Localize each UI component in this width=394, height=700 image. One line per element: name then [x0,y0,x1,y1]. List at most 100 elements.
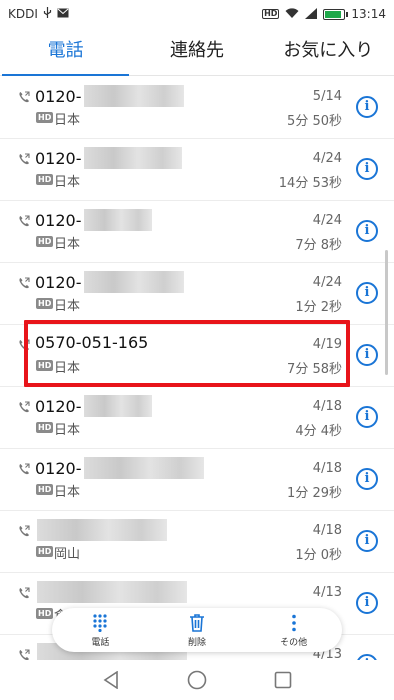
call-duration: 5分 50秒 [287,114,342,129]
redacted-number [83,457,204,479]
phone-number: 0120- [35,271,184,293]
redacted-number [83,395,152,417]
call-log-row[interactable]: 0570-051-165 HD 日本 4/19 7分 58秒 i [0,325,394,387]
call-duration: 1分 0秒 [295,548,342,563]
phone-number: 0120- [35,147,182,169]
call-log-row[interactable]: 0120- HD 日本 4/24 14分 53秒 i [0,139,394,201]
tab-contacts[interactable]: 連絡先 [131,28,262,75]
call-duration: 7分 8秒 [295,238,342,253]
call-info-button[interactable]: i [356,158,378,180]
hd-badge: HD [36,546,54,557]
call-duration: 1分 2秒 [295,300,342,315]
phone-number: 0120- [35,85,184,107]
phone-number: 0120- [35,395,152,417]
outgoing-call-icon [18,150,30,165]
clock: 13:14 [351,7,386,21]
dialpad-label: 電話 [91,638,110,648]
call-location: 日本 [54,237,81,252]
call-info-button[interactable]: i [356,530,378,552]
more-button[interactable]: その他 [245,608,342,652]
call-date: 4/24 [312,151,342,166]
dialpad-button[interactable]: 電話 [52,608,149,652]
call-location: 日本 [54,299,81,314]
call-info-button[interactable]: i [356,468,378,490]
more-label: その他 [280,638,308,648]
hd-badge: HD [36,422,54,433]
action-bar: 電話 削除 その他 [52,608,342,652]
outgoing-call-icon [18,584,30,599]
call-log-row[interactable]: 0120- HD 日本 4/24 7分 8秒 i [0,201,394,263]
usb-icon [43,7,52,21]
battery-icon [323,8,349,20]
call-log-list[interactable]: 0120- HD 日本 5/14 5分 50秒 i 0120- HD 日本 4/… [0,77,394,660]
redacted-number [37,581,187,603]
call-location: 日本 [54,113,81,128]
phone-number: 0120- [35,457,204,479]
phone-number [35,519,167,541]
status-bar: KDDI HD 13:14 [0,0,394,28]
call-location: 日本 [54,361,81,376]
home-circle-icon [187,670,207,690]
redacted-number [83,271,184,293]
outgoing-call-icon [18,212,30,227]
more-vertical-icon [245,614,342,632]
call-info-button[interactable]: i [356,592,378,614]
call-log-row[interactable]: 0120- HD 日本 4/18 1分 29秒 i [0,449,394,511]
phone-number [35,581,187,603]
call-date: 4/19 [312,337,342,352]
call-date: 4/18 [312,461,342,476]
redacted-number [83,209,152,231]
call-duration: 14分 53秒 [278,176,342,191]
system-nav-bar [0,660,394,700]
wifi-icon [285,7,299,21]
call-info-button[interactable]: i [356,96,378,118]
delete-button[interactable]: 削除 [149,608,246,652]
call-info-button[interactable]: i [356,344,378,366]
outgoing-call-icon [18,274,30,289]
call-info-button[interactable]: i [356,220,378,242]
call-location: 岡山 [54,547,81,562]
outgoing-call-icon [18,522,30,537]
call-date: 4/24 [312,213,342,228]
recents-square-icon [274,671,292,689]
hd-voice-icon: HD [262,9,280,19]
hd-badge: HD [36,236,54,247]
scrollbar[interactable] [385,250,388,375]
hd-badge: HD [36,608,54,619]
call-log-row[interactable]: 0120- HD 日本 5/14 5分 50秒 i [0,77,394,139]
call-date: 4/18 [312,523,342,538]
carrier-label: KDDI [8,7,38,21]
outgoing-call-icon [18,336,30,351]
redacted-number [83,147,182,169]
outgoing-call-icon [18,646,30,660]
trash-icon [149,614,246,632]
phone-number: 0570-051-165 [35,333,149,352]
back-button[interactable] [100,669,122,691]
signal-icon [305,7,318,21]
call-log-row[interactable]: 0120- HD 日本 4/18 4分 4秒 i [0,387,394,449]
call-location: 日本 [54,423,81,438]
redacted-number [83,85,184,107]
call-info-button[interactable]: i [356,282,378,304]
hd-badge: HD [36,484,54,495]
call-info-button[interactable]: i [356,406,378,428]
tab-favorites[interactable]: お気に入り [263,28,394,75]
home-button[interactable] [186,669,208,691]
hd-badge: HD [36,360,54,371]
phone-number: 0120- [35,209,152,231]
outgoing-call-icon [18,88,30,103]
call-log-row[interactable]: 0120- HD 日本 4/24 1分 2秒 i [0,263,394,325]
back-triangle-icon [103,671,118,689]
call-date: 4/13 [312,585,342,600]
hd-badge: HD [36,174,54,185]
outgoing-call-icon [18,398,30,413]
mail-icon [57,8,69,20]
call-date: 4/24 [312,275,342,290]
recents-button[interactable] [272,669,294,691]
outgoing-call-icon [18,460,30,475]
call-date: 4/18 [312,399,342,414]
tab-bar: 電話 連絡先 お気に入り [0,28,394,76]
tab-phone[interactable]: 電話 [0,28,131,76]
call-location: 日本 [54,175,81,190]
call-log-row[interactable]: HD 岡山 4/18 1分 0秒 i [0,511,394,573]
